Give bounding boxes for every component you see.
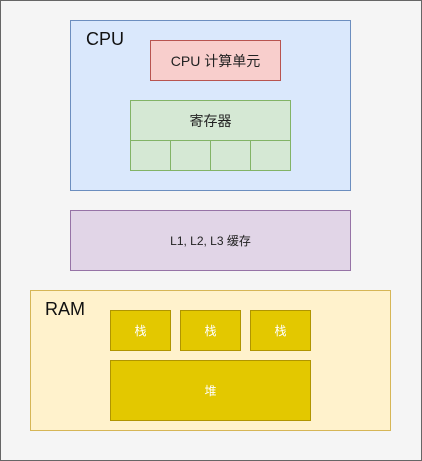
stack-box: 栈 — [180, 310, 241, 351]
register-cell — [130, 140, 171, 171]
register-cell — [250, 140, 291, 171]
cpu-label: CPU — [86, 29, 125, 49]
stack-box: 栈 — [250, 310, 311, 351]
heap-box: 堆 — [110, 360, 311, 421]
cpu-compute-unit: CPU 计算单元 — [150, 40, 281, 81]
register-cell — [170, 140, 211, 171]
ram-label: RAM — [45, 299, 85, 319]
stack-box: 栈 — [110, 310, 171, 351]
register-cell — [210, 140, 251, 171]
cache-box: L1, L2, L3 缓存 — [70, 210, 351, 271]
registers: 寄存器 — [130, 100, 291, 141]
